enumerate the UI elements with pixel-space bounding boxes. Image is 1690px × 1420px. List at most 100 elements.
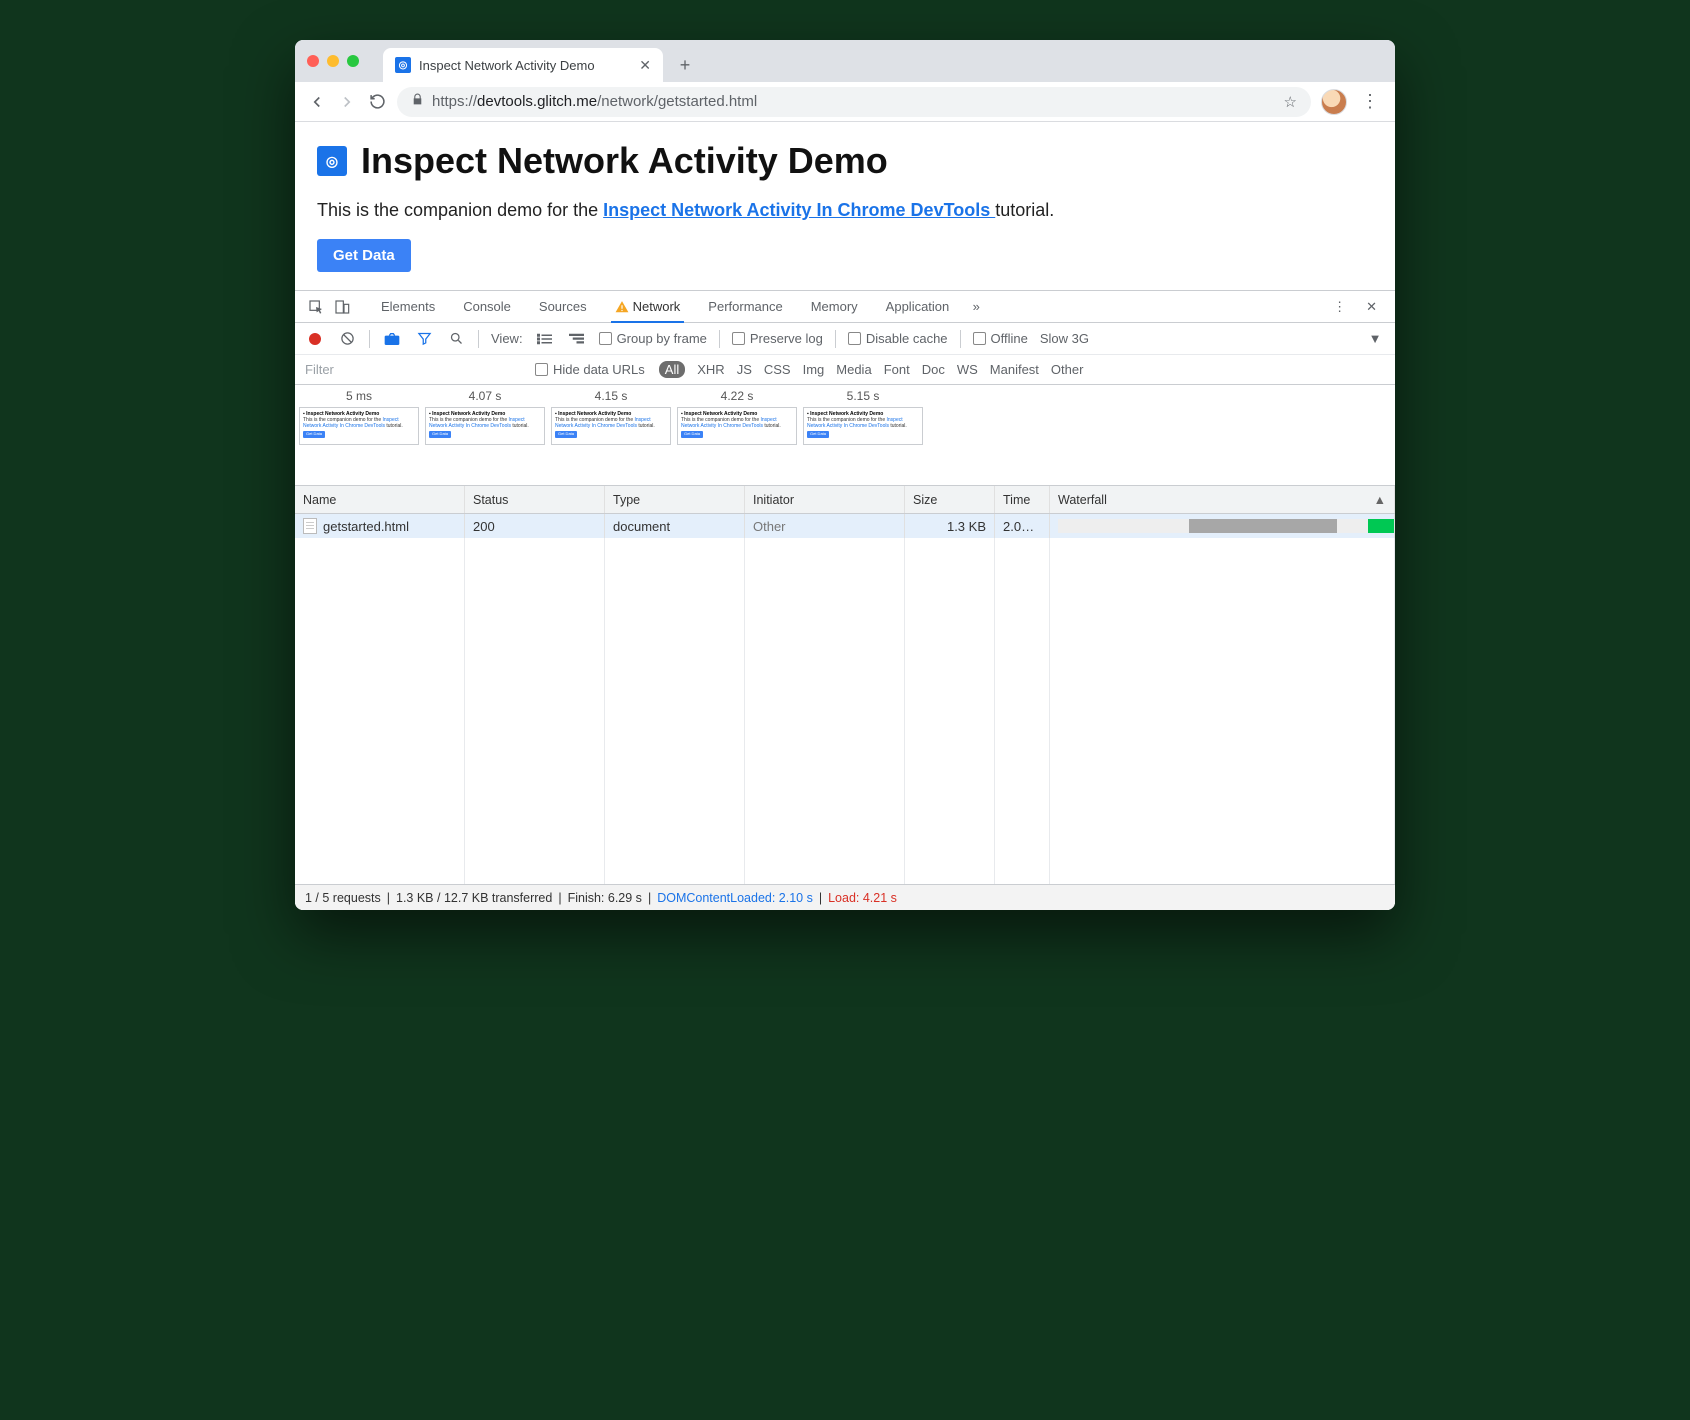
disable-cache-checkbox[interactable]: Disable cache	[848, 331, 948, 346]
col-type[interactable]: Type	[605, 486, 745, 513]
forward-icon	[337, 92, 357, 112]
search-icon[interactable]	[446, 331, 466, 346]
sort-arrow-icon: ▲	[1374, 493, 1386, 507]
thumbnail-icon: ▪ Inspect Network Activity DemoThis is t…	[803, 407, 923, 445]
col-size[interactable]: Size	[905, 486, 995, 513]
favicon-icon: ◎	[395, 57, 411, 73]
clear-icon[interactable]	[337, 331, 357, 346]
minimize-window-icon[interactable]	[327, 55, 339, 67]
bookmark-star-icon[interactable]: ☆	[1284, 93, 1297, 111]
view-label: View:	[491, 331, 523, 346]
page-logo-icon: ◎	[317, 146, 347, 176]
filter-font[interactable]: Font	[884, 362, 910, 377]
devtools-close-icon[interactable]: ✕	[1358, 299, 1385, 315]
thumbnail-icon: ▪ Inspect Network Activity DemoThis is t…	[677, 407, 797, 445]
page-intro: This is the companion demo for the Inspe…	[317, 200, 1373, 221]
filter-other[interactable]: Other	[1051, 362, 1084, 377]
status-requests: 1 / 5 requests	[305, 891, 381, 905]
devtools-panel: Elements Console Sources Network Perform…	[295, 290, 1395, 910]
titlebar: ◎ Inspect Network Activity Demo ✕ +	[295, 40, 1395, 82]
large-rows-icon[interactable]	[535, 333, 555, 345]
back-icon[interactable]	[307, 92, 327, 112]
inspect-element-icon[interactable]	[305, 299, 327, 315]
col-waterfall[interactable]: Waterfall▲	[1050, 486, 1395, 513]
waterfall-bar	[1050, 514, 1395, 538]
col-status[interactable]: Status	[465, 486, 605, 513]
tab-sources[interactable]: Sources	[527, 291, 599, 322]
filter-all[interactable]: All	[659, 361, 685, 378]
close-window-icon[interactable]	[307, 55, 319, 67]
filter-css[interactable]: CSS	[764, 362, 791, 377]
filter-input[interactable]	[295, 355, 535, 384]
browser-toolbar: https://devtools.glitch.me/network/getst…	[295, 82, 1395, 122]
tutorial-link[interactable]: Inspect Network Activity In Chrome DevTo…	[603, 200, 995, 220]
preserve-log-checkbox[interactable]: Preserve log	[732, 331, 823, 346]
filter-ws[interactable]: WS	[957, 362, 978, 377]
address-bar[interactable]: https://devtools.glitch.me/network/getst…	[397, 87, 1311, 117]
filmstrip-frame[interactable]: 5 ms ▪ Inspect Network Activity DemoThis…	[299, 389, 419, 445]
devtools-tabstrip: Elements Console Sources Network Perform…	[295, 291, 1395, 323]
filmstrip-frame[interactable]: 4.07 s ▪ Inspect Network Activity DemoTh…	[425, 389, 545, 445]
lock-icon	[411, 93, 424, 110]
browser-menu-icon[interactable]: ⋮	[1357, 91, 1383, 112]
table-row[interactable]: getstarted.html 200 document Other 1.3 K…	[295, 514, 1395, 538]
hide-data-urls-checkbox[interactable]: Hide data URLs	[535, 362, 645, 377]
more-tabs-icon[interactable]: »	[965, 299, 987, 314]
device-toolbar-icon[interactable]	[331, 299, 353, 315]
filmstrip-frame[interactable]: 4.22 s ▪ Inspect Network Activity DemoTh…	[677, 389, 797, 445]
page-content: ◎ Inspect Network Activity Demo This is …	[295, 122, 1395, 290]
filmstrip-frame[interactable]: 4.15 s ▪ Inspect Network Activity DemoTh…	[551, 389, 671, 445]
devtools-menu-icon[interactable]: ⋮	[1325, 299, 1354, 315]
col-name[interactable]: Name	[295, 486, 465, 513]
status-finish: Finish: 6.29 s	[568, 891, 642, 905]
reload-icon[interactable]	[367, 92, 387, 112]
filter-toggle-icon[interactable]	[414, 331, 434, 346]
filter-xhr[interactable]: XHR	[697, 362, 724, 377]
screenshots-icon[interactable]	[382, 332, 402, 346]
group-by-frame-checkbox[interactable]: Group by frame	[599, 331, 707, 346]
record-icon[interactable]	[305, 333, 325, 345]
status-load: Load: 4.21 s	[828, 891, 897, 905]
network-conditions-icon[interactable]: ▼	[1365, 331, 1385, 346]
filter-doc[interactable]: Doc	[922, 362, 945, 377]
filmstrip: 5 ms ▪ Inspect Network Activity DemoThis…	[295, 385, 1395, 486]
tab-performance[interactable]: Performance	[696, 291, 794, 322]
tab-memory[interactable]: Memory	[799, 291, 870, 322]
warning-icon	[615, 300, 629, 314]
tab-title: Inspect Network Activity Demo	[419, 58, 595, 73]
filter-img[interactable]: Img	[803, 362, 825, 377]
url-text: https://devtools.glitch.me/network/getst…	[432, 93, 757, 110]
tab-application[interactable]: Application	[874, 291, 962, 322]
throttling-select[interactable]: Slow 3G	[1040, 331, 1089, 346]
col-time[interactable]: Time	[995, 486, 1050, 513]
browser-window: ◎ Inspect Network Activity Demo ✕ + http…	[295, 40, 1395, 910]
thumbnail-icon: ▪ Inspect Network Activity DemoThis is t…	[299, 407, 419, 445]
maximize-window-icon[interactable]	[347, 55, 359, 67]
tab-elements[interactable]: Elements	[369, 291, 447, 322]
table-header: Name Status Type Initiator Size Time Wat…	[295, 486, 1395, 514]
document-icon	[303, 518, 317, 534]
network-toolbar: View: Group by frame Preserve log Disabl…	[295, 323, 1395, 355]
offline-checkbox[interactable]: Offline	[973, 331, 1028, 346]
network-filter-bar: Hide data URLs All XHR JS CSS Img Media …	[295, 355, 1395, 385]
window-controls	[307, 40, 359, 82]
filmstrip-frame[interactable]: 5.15 s ▪ Inspect Network Activity DemoTh…	[803, 389, 923, 445]
get-data-button[interactable]: Get Data	[317, 239, 411, 272]
profile-avatar[interactable]	[1321, 89, 1347, 115]
close-tab-icon[interactable]: ✕	[639, 57, 651, 74]
page-title: Inspect Network Activity Demo	[361, 140, 888, 182]
filter-manifest[interactable]: Manifest	[990, 362, 1039, 377]
network-request-table: Name Status Type Initiator Size Time Wat…	[295, 486, 1395, 884]
network-statusbar: 1 / 5 requests| 1.3 KB / 12.7 KB transfe…	[295, 884, 1395, 910]
thumbnail-icon: ▪ Inspect Network Activity DemoThis is t…	[551, 407, 671, 445]
status-transferred: 1.3 KB / 12.7 KB transferred	[396, 891, 552, 905]
overview-icon[interactable]	[567, 333, 587, 345]
col-initiator[interactable]: Initiator	[745, 486, 905, 513]
filter-media[interactable]: Media	[836, 362, 871, 377]
browser-tab[interactable]: ◎ Inspect Network Activity Demo ✕	[383, 48, 663, 82]
tab-console[interactable]: Console	[451, 291, 523, 322]
thumbnail-icon: ▪ Inspect Network Activity DemoThis is t…	[425, 407, 545, 445]
filter-js[interactable]: JS	[737, 362, 752, 377]
tab-network[interactable]: Network	[603, 291, 693, 322]
new-tab-button[interactable]: +	[671, 51, 699, 79]
